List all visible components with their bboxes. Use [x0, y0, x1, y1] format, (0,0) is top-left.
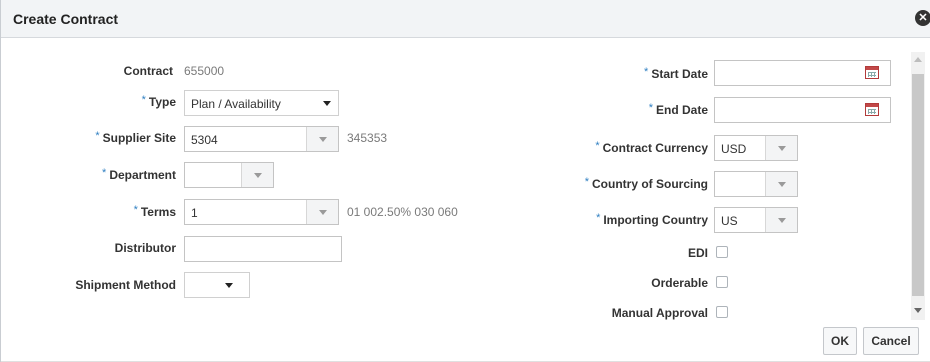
type-label: * Type: [141, 94, 176, 109]
required-marker: *: [141, 94, 146, 106]
importing-country-dropdown-button[interactable]: [765, 208, 797, 232]
end-date-field[interactable]: [714, 97, 891, 123]
contract-currency-value: USD: [721, 142, 747, 156]
close-icon[interactable]: ✕: [915, 10, 930, 26]
dialog-header: Create Contract ✕: [1, 0, 930, 38]
edi-label: EDI: [687, 246, 708, 260]
terms-description: 01 002.50% 030 060: [347, 205, 458, 219]
end-date-label: * End Date: [648, 102, 708, 117]
supplier-site-field[interactable]: 5304: [184, 126, 339, 152]
manual-approval-label: Manual Approval: [611, 306, 708, 320]
terms-value: 1: [191, 206, 198, 220]
type-select[interactable]: Plan / Availability: [184, 90, 339, 116]
importing-country-label: * Importing Country: [596, 212, 708, 227]
department-field[interactable]: [184, 162, 274, 188]
contract-currency-label: * Contract Currency: [595, 140, 708, 155]
contract-currency-field[interactable]: USD: [714, 135, 798, 161]
type-select-value: Plan / Availability: [191, 97, 281, 111]
calendar-icon[interactable]: [865, 66, 879, 79]
country-of-sourcing-field[interactable]: [714, 171, 798, 197]
terms-field[interactable]: 1: [184, 199, 339, 225]
department-dropdown-button[interactable]: [241, 163, 273, 187]
contract-label: Contract: [123, 64, 173, 78]
distributor-label: Distributor: [114, 241, 176, 255]
supplier-site-description: 345353: [347, 131, 388, 145]
chevron-down-icon: [323, 101, 331, 106]
department-label: * Department: [102, 167, 176, 182]
calendar-icon[interactable]: [865, 103, 879, 116]
importing-country-field[interactable]: US: [714, 207, 798, 233]
shipment-method-select[interactable]: [184, 272, 250, 298]
terms-label: * Terms: [133, 204, 176, 219]
scrollbar-thumb[interactable]: [912, 74, 924, 296]
country-of-sourcing-dropdown-button[interactable]: [765, 172, 797, 196]
start-date-label: * Start Date: [644, 66, 708, 81]
cancel-button[interactable]: Cancel: [863, 327, 919, 355]
vertical-scrollbar[interactable]: [911, 52, 925, 320]
scroll-up-arrow-icon[interactable]: [914, 57, 922, 62]
chevron-down-icon: [225, 283, 233, 288]
orderable-checkbox[interactable]: [716, 276, 728, 288]
shipment-method-label: Shipment Method: [75, 278, 176, 292]
scroll-down-arrow-icon[interactable]: [914, 308, 922, 313]
dialog-title: Create Contract: [13, 11, 119, 27]
start-date-field[interactable]: [714, 60, 891, 86]
contract-currency-dropdown-button[interactable]: [765, 136, 797, 160]
supplier-site-label: * Supplier Site: [95, 130, 176, 145]
supplier-site-dropdown-button[interactable]: [306, 127, 338, 151]
create-contract-dialog: Create Contract ✕ Contract 655000 * Type …: [0, 0, 930, 362]
orderable-label: Orderable: [651, 276, 708, 290]
supplier-site-value: 5304: [191, 133, 218, 147]
type-label-text: Type: [148, 95, 176, 109]
manual-approval-checkbox[interactable]: [716, 306, 728, 318]
ok-button[interactable]: OK: [823, 327, 857, 355]
country-of-sourcing-label: * Country of Sourcing: [584, 176, 708, 191]
contract-value: 655000: [184, 64, 225, 78]
importing-country-value: US: [721, 214, 738, 228]
terms-dropdown-button[interactable]: [306, 200, 338, 224]
edi-checkbox[interactable]: [716, 246, 728, 258]
distributor-input[interactable]: [184, 236, 342, 262]
